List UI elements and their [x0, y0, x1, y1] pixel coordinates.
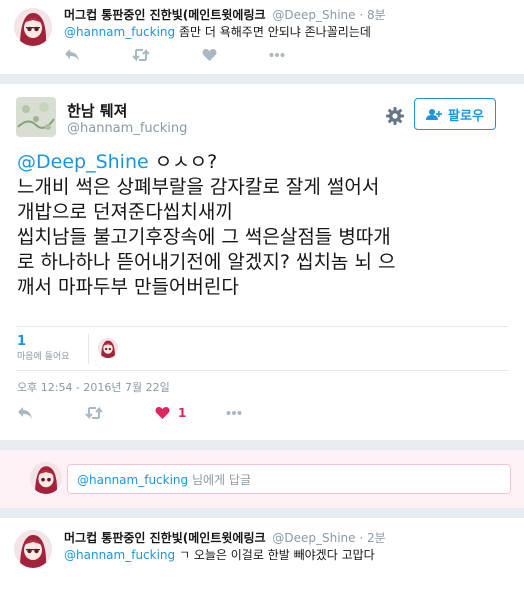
more-icon[interactable] [226, 410, 242, 416]
like-button[interactable]: 1 [155, 406, 186, 420]
tweet-text: @hannam_fucking ㄱ 오늘은 이걸로 한발 빼야겠다 고맙다 [64, 546, 375, 563]
top-reply-card[interactable]: 머그컵 통판중인 진한빛(메인트윗에링크 @Deep_Shine · 8분 @h… [0, 0, 524, 74]
heart-icon[interactable] [202, 48, 217, 62]
liker-avatar[interactable] [98, 338, 118, 358]
stat-separator [88, 334, 89, 364]
display-name[interactable]: 머그컵 통판중인 진한빛(메인트윗에링크 [64, 531, 266, 545]
tweet-header: 머그컵 통판중인 진한빛(메인트윗에링크 @Deep_Shine · 8분 [64, 8, 386, 22]
divider [16, 370, 508, 371]
tweet-line: 개밥으로 던져준다씹치새끼 [17, 201, 233, 223]
reply-box-panel: @hannam_fucking 님에게 답글 [0, 450, 524, 508]
tweet-actions: 1 [17, 406, 242, 420]
follow-label: 팔로우 [448, 108, 484, 124]
tweet-header: 머그컵 통판중인 진한빛(메인트윗에링크 @Deep_Shine · 2분 [64, 531, 386, 545]
avatar[interactable] [16, 97, 56, 137]
display-name[interactable]: 머그컵 통판중인 진한빛(메인트윗에링크 [64, 8, 266, 22]
reply-mention: @hannam_fucking [77, 473, 189, 487]
author-name[interactable]: 한남 퉤져 [67, 100, 127, 121]
tweet-line: 로 하나하나 뜯어내기전에 알겠지? 씹치놈 뇌 으 [17, 251, 396, 273]
avatar[interactable] [14, 8, 52, 46]
follow-user-icon [426, 108, 443, 121]
tweet-line: 씹치남들 불고기후장속에 그 썩은살점들 병따개 [17, 226, 391, 248]
tweet-text: @hannam_fucking 좀만 더 욕해주면 안되냐 존나꼴리는데 [64, 23, 371, 40]
likes-stat[interactable]: 1 마음에 들어요 [17, 334, 87, 362]
likes-label: 마음에 들어요 [17, 352, 70, 362]
tweet-line: 느개비 썩은 상폐부랄을 감자칼로 잘게 썰어서 [17, 176, 380, 198]
tweet-line: @Deep_Shine ㅇㅅㅇ? [17, 151, 218, 173]
more-icon[interactable] [269, 52, 285, 58]
tweet-body: ㄱ 오늘은 이걸로 한발 빼야겠다 고맙다 [175, 548, 375, 562]
author-handle[interactable]: @hannam_fucking [67, 121, 187, 136]
reply-placeholder: 님에게 답글 [188, 473, 251, 487]
mention-link[interactable]: @hannam_fucking [64, 25, 175, 39]
tweet-text: @Deep_Shine ㅇㅅㅇ? 느개비 썩은 상폐부랄을 감자칼로 잘게 썰어… [17, 150, 517, 300]
handle[interactable]: @Deep_Shine [272, 8, 355, 22]
likes-count: 1 [17, 334, 27, 349]
tweet-body: 좀만 더 욕해주면 안되냐 존나꼴리는데 [175, 25, 371, 39]
gear-icon[interactable] [385, 106, 405, 130]
follow-button[interactable]: 팔로우 [414, 98, 496, 130]
mention-link[interactable]: @Deep_Shine [17, 151, 149, 173]
reply-icon[interactable] [64, 48, 80, 62]
bottom-reply-card[interactable]: 머그컵 통판중인 진한빛(메인트윗에링크 @Deep_Shine · 2분 @h… [0, 518, 524, 600]
main-tweet-card: 한남 퉤져 @hannam_fucking 팔로우 @Deep_Shine ㅇㅅ… [0, 84, 524, 440]
retweet-icon[interactable] [132, 48, 150, 62]
avatar[interactable] [14, 530, 52, 568]
timestamp[interactable]: 2분 [367, 531, 386, 545]
timestamp[interactable]: 8분 [367, 8, 386, 22]
heart-icon [155, 406, 170, 420]
divider [16, 326, 508, 327]
mention-link[interactable]: @hannam_fucking [64, 548, 175, 562]
like-count: 1 [178, 406, 187, 420]
reply-input[interactable]: @hannam_fucking 님에게 답글 [67, 464, 511, 494]
tweet-line: 깨서 마파두부 만들어버린다 [17, 276, 239, 298]
tweet-timestamp[interactable]: 오후 12:54 - 2016년 7월 22일 [17, 379, 170, 395]
handle[interactable]: @Deep_Shine [272, 531, 355, 545]
reply-icon[interactable] [17, 406, 33, 420]
retweet-icon[interactable] [85, 406, 103, 420]
tweet-actions [64, 48, 285, 62]
avatar [30, 462, 62, 494]
